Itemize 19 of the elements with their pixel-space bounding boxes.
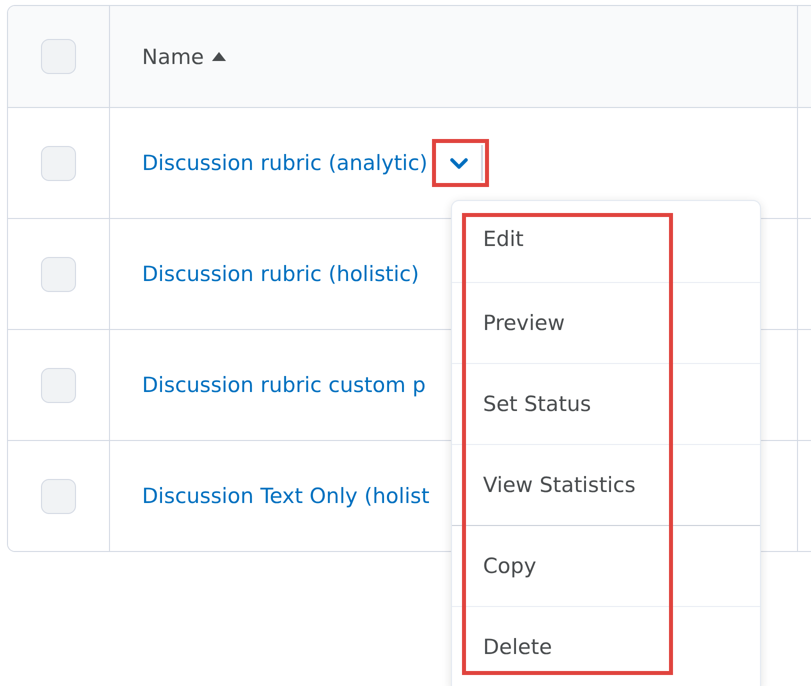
menu-item[interactable]: View Statistics <box>452 444 760 525</box>
rubric-link[interactable]: Discussion Text Only (holist <box>142 484 430 508</box>
checkbox[interactable] <box>41 478 76 514</box>
checkbox[interactable] <box>41 39 76 74</box>
menu-item[interactable]: Preview <box>452 282 760 363</box>
menu-item[interactable]: Edit <box>452 201 760 282</box>
menu-item[interactable]: Delete <box>452 606 760 686</box>
checkbox[interactable] <box>41 146 76 180</box>
column-header[interactable]: Name <box>142 44 204 68</box>
rubric-link[interactable]: Discussion rubric custom p <box>142 373 426 397</box>
dropdown-button[interactable] <box>432 139 489 187</box>
sort-up-icon[interactable] <box>212 52 226 61</box>
checkbox[interactable] <box>41 368 76 402</box>
rubric-link[interactable]: Discussion rubric (holistic) <box>142 262 420 286</box>
checkbox[interactable] <box>41 256 76 292</box>
menu-item[interactable]: Copy <box>452 525 760 606</box>
menu-item[interactable]: Set Status <box>452 363 760 444</box>
rubric-link[interactable]: Discussion rubric (analytic) <box>142 151 428 175</box>
chevron-down-icon <box>450 158 468 168</box>
